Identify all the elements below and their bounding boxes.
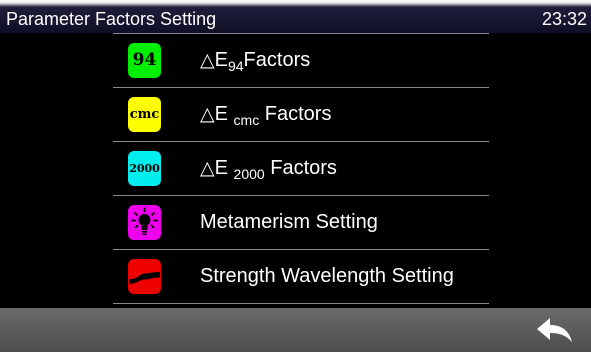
menu-item-strength-wavelength-setting[interactable]: Strength Wavelength Setting bbox=[113, 250, 489, 304]
menu-item-label: Metamerism Setting bbox=[200, 211, 378, 233]
title-bar: Parameter Factors Setting 23:32 bbox=[0, 0, 591, 33]
de94-icon: 94 bbox=[128, 43, 161, 78]
decmc-icon: cmc bbox=[128, 97, 161, 132]
menu-item-label: △E 2000 Factors bbox=[200, 157, 337, 182]
menu-item-metamerism-setting[interactable]: Metamerism Setting bbox=[113, 196, 489, 250]
lightbulb-icon bbox=[128, 205, 161, 240]
bottom-bar bbox=[0, 308, 591, 352]
menu-item-de2000-factors[interactable]: 2000 △E 2000 Factors bbox=[113, 142, 489, 196]
menu-item-label: △E94Factors bbox=[200, 49, 311, 74]
menu-item-decmc-factors[interactable]: cmc △E cmc Factors bbox=[113, 88, 489, 142]
menu-item-de94-factors[interactable]: 94 △E94Factors bbox=[113, 33, 489, 88]
menu-item-label: Strength Wavelength Setting bbox=[200, 265, 454, 287]
de2000-icon: 2000 bbox=[128, 151, 161, 186]
menu-item-label: △E cmc Factors bbox=[200, 103, 332, 128]
clock: 23:32 bbox=[541, 9, 587, 29]
menu-list: 94 △E94Factors cmc △E cmc Factors 2000 △… bbox=[113, 33, 489, 304]
wave-curve-icon bbox=[128, 259, 161, 294]
page-title: Parameter Factors Setting bbox=[6, 9, 217, 29]
back-arrow-icon[interactable] bbox=[535, 316, 573, 344]
